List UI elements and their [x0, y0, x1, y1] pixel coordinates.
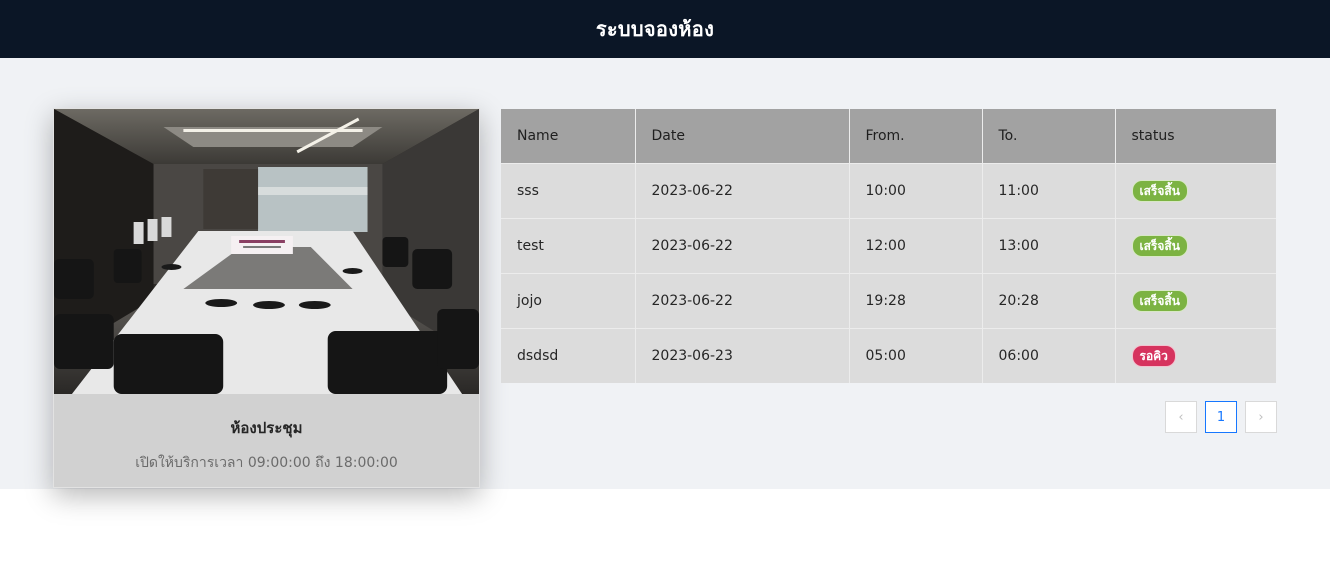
room-card[interactable]: ห้องประชุม เปิดให้บริการเวลา 09:00:00 ถึ…	[53, 108, 480, 488]
cell-date: 2023-06-22	[635, 272, 850, 328]
table-row: sss 2023-06-22 10:00 11:00 เสร็จสิ้น	[501, 162, 1276, 218]
cell-name: dsdsd	[501, 327, 636, 383]
status-badge: เสร็จสิ้น	[1131, 234, 1188, 257]
cell-status: เสร็จสิ้น	[1115, 162, 1276, 218]
room-photo	[54, 109, 479, 394]
cell-status: เสร็จสิ้น	[1115, 272, 1276, 328]
table-row: test 2023-06-22 12:00 13:00 เสร็จสิ้น	[501, 217, 1276, 273]
chevron-left-icon: ‹	[1178, 409, 1184, 425]
booking-table: Name Date From. To. status sss 2023-06-2…	[501, 109, 1276, 383]
cell-from: 12:00	[849, 217, 983, 273]
column-header-status: status	[1115, 109, 1276, 163]
page-title: ระบบจองห้อง	[595, 17, 715, 41]
cell-to: 13:00	[982, 217, 1116, 273]
prev-page-button[interactable]: ‹	[1165, 401, 1197, 433]
room-name: ห้องประชุม	[230, 419, 303, 437]
app-header: ระบบจองห้อง	[0, 0, 1330, 58]
table-row: jojo 2023-06-22 19:28 20:28 เสร็จสิ้น	[501, 272, 1276, 328]
pagination: ‹ 1 ›	[1165, 401, 1277, 433]
table-header-row: Name Date From. To. status	[501, 109, 1276, 163]
cell-name: test	[501, 217, 636, 273]
status-badge: รอคิว	[1131, 344, 1176, 367]
chevron-right-icon: ›	[1258, 409, 1264, 425]
cell-to: 06:00	[982, 327, 1116, 383]
cell-name: sss	[501, 162, 636, 218]
column-header-date: Date	[635, 109, 850, 163]
column-header-name: Name	[501, 109, 636, 163]
next-page-button[interactable]: ›	[1245, 401, 1277, 433]
cell-from: 05:00	[849, 327, 983, 383]
status-badge: เสร็จสิ้น	[1131, 179, 1188, 202]
column-header-to: To.	[982, 109, 1116, 163]
cell-status: เสร็จสิ้น	[1115, 217, 1276, 273]
cell-from: 19:28	[849, 272, 983, 328]
status-badge: เสร็จสิ้น	[1131, 289, 1188, 312]
column-header-from: From.	[849, 109, 983, 163]
cell-name: jojo	[501, 272, 636, 328]
table-row: dsdsd 2023-06-23 05:00 06:00 รอคิว	[501, 327, 1276, 383]
cell-date: 2023-06-22	[635, 162, 850, 218]
room-info: ห้องประชุม เปิดให้บริการเวลา 09:00:00 ถึ…	[54, 416, 479, 474]
cell-status: รอคิว	[1115, 327, 1276, 383]
room-hours: เปิดให้บริการเวลา 09:00:00 ถึง 18:00:00	[135, 455, 398, 471]
page-1-button[interactable]: 1	[1205, 401, 1237, 433]
cell-date: 2023-06-22	[635, 217, 850, 273]
cell-to: 20:28	[982, 272, 1116, 328]
cell-to: 11:00	[982, 162, 1116, 218]
cell-from: 10:00	[849, 162, 983, 218]
main-content: ห้องประชุม เปิดให้บริการเวลา 09:00:00 ถึ…	[0, 58, 1330, 489]
cell-date: 2023-06-23	[635, 327, 850, 383]
